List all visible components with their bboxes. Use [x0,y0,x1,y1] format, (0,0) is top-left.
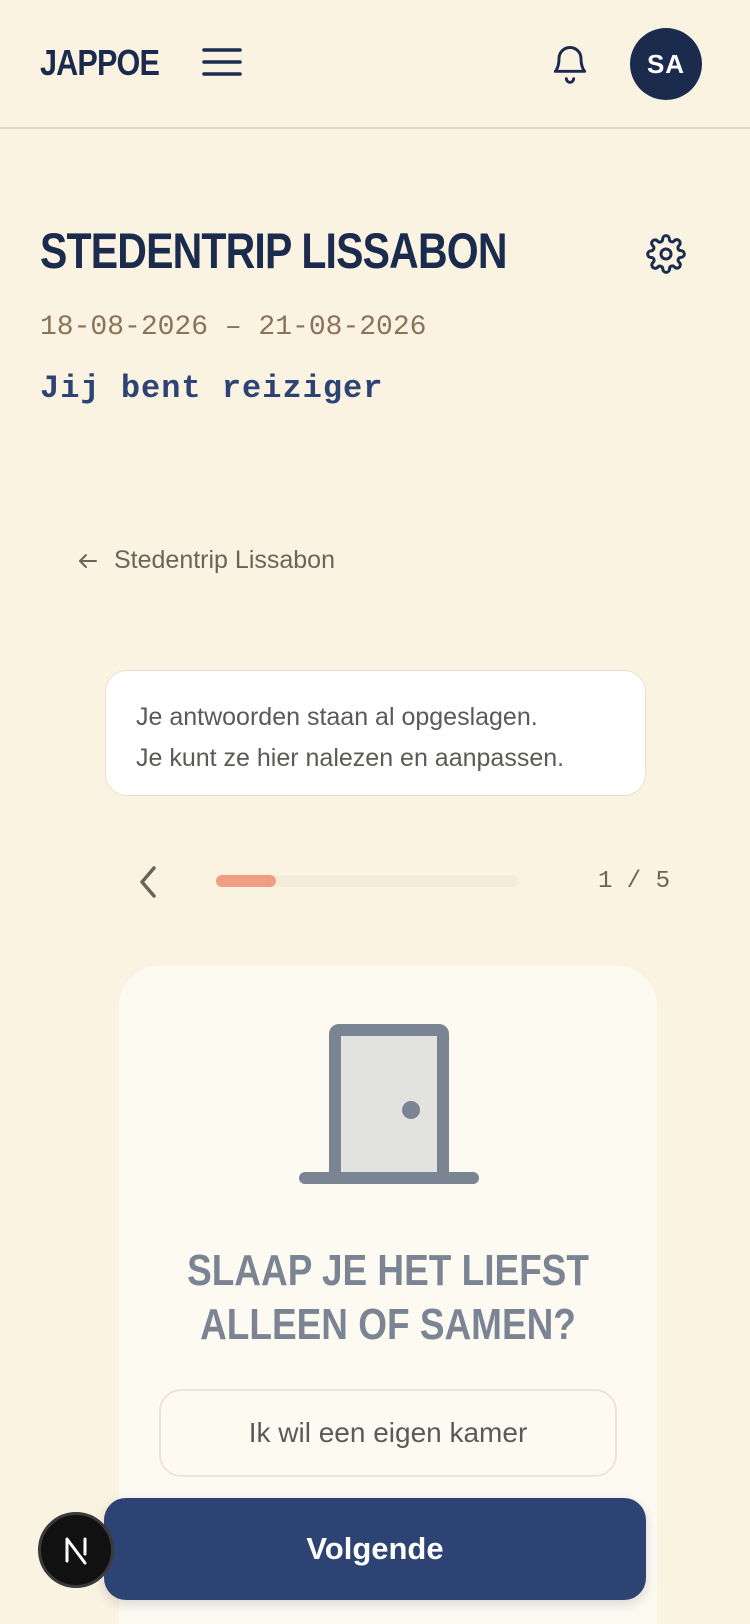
chevron-left-icon [140,866,156,898]
info-box: Je antwoorden staan al opgeslagen. Je ku… [105,670,646,796]
trip-title: STEDENTRIP LISSABON [40,223,507,279]
info-line-1: Je antwoorden staan al opgeslagen. [136,703,538,731]
notifications-button[interactable] [548,42,592,86]
next-button[interactable]: Volgende [104,1498,646,1600]
app-header: JAPPOE SA [0,0,750,129]
info-line-2: Je kunt ze hier nalezen en aanpassen. [136,744,565,772]
hamburger-icon [202,48,242,76]
progress-count: 1 / 5 [598,868,671,895]
trip-role: Jij bent reiziger [40,370,384,407]
gear-icon [646,234,686,274]
back-link-label: Stedentrip Lissabon [114,546,335,574]
nextjs-logo-icon [65,1537,87,1565]
progress-bar [216,875,518,887]
nextjs-dev-badge[interactable] [38,1512,114,1588]
bell-icon [553,46,587,84]
door-icon [299,1024,479,1184]
app-logo[interactable]: JAPPOE [40,42,160,84]
arrow-left-icon [79,553,97,568]
answer-option[interactable]: Ik wil een eigen kamer [159,1389,617,1477]
back-to-trip-link[interactable]: Stedentrip Lissabon [76,546,335,575]
trip-dates: 18-08-2026 – 21-08-2026 [40,312,427,343]
trip-settings-button[interactable] [646,234,686,274]
user-avatar[interactable]: SA [630,28,702,100]
previous-question-button[interactable] [132,864,164,900]
menu-button[interactable] [200,44,244,80]
progress-bar-fill [216,875,277,887]
question-text: SLAAP JE HET LIEFST ALLEEN OF SAMEN? [187,1246,589,1349]
